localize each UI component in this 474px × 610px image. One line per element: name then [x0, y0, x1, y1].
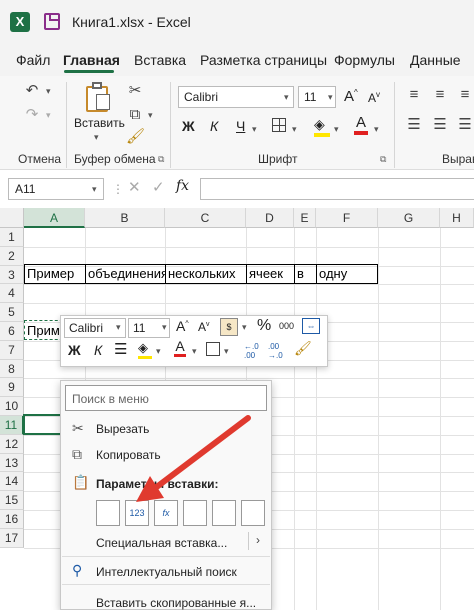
arrow-shaft — [147, 415, 251, 495]
arrow-head — [136, 476, 164, 502]
annotation-arrow — [136, 415, 251, 502]
